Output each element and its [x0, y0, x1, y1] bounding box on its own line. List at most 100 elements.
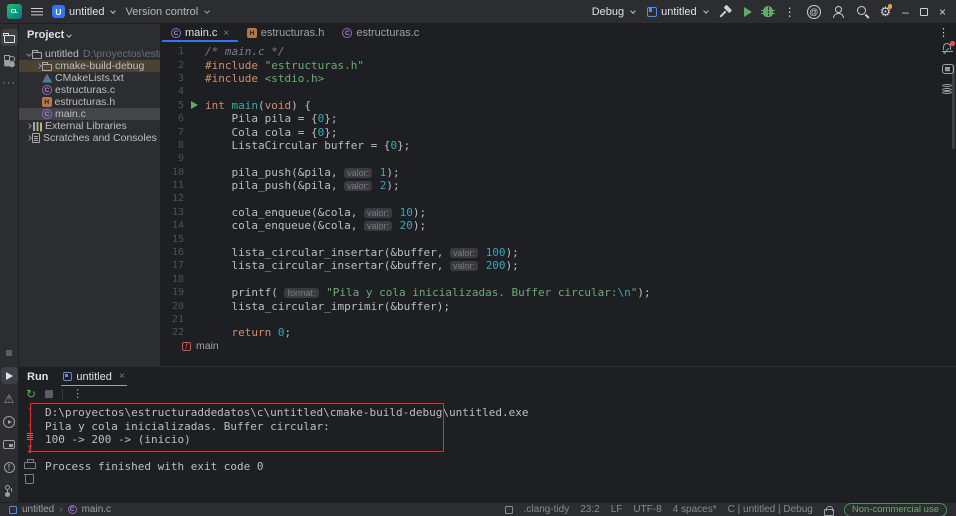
code-text: printf( format: "Pila y cola inicializad… [205, 286, 651, 299]
structure-icon [4, 55, 15, 66]
run-gutter-icon[interactable] [184, 101, 205, 109]
token: lista_circular_insertar(&buffer, [205, 259, 450, 272]
tree-item-untitled[interactable]: untitledD:\proyectos\estructuradded [19, 48, 160, 60]
chevron-right-icon[interactable] [23, 136, 32, 141]
debug-button-icon[interactable] [763, 6, 773, 17]
tree-item-cmake-build-debug[interactable]: cmake-build-debug [19, 60, 160, 72]
token: int [205, 99, 225, 112]
token: ); [386, 166, 399, 179]
run-toolwindow-icon [6, 372, 13, 380]
more-toolwindows-button[interactable]: ··· [1, 75, 18, 92]
license-badge[interactable]: Non-commercial use [844, 503, 947, 516]
tree-item-main-c[interactable]: Cmain.c [19, 108, 160, 120]
rerun-icon[interactable]: ↻ [26, 388, 36, 400]
status-run-context[interactable]: C | untitled | Debug [728, 504, 813, 515]
status-linter[interactable]: .clang-tidy [524, 504, 570, 515]
database-icon[interactable] [942, 84, 953, 95]
chevron-down-icon [703, 8, 709, 14]
project-widget[interactable]: U untitled [52, 5, 116, 18]
structure-button[interactable] [1, 52, 18, 69]
run-config-select[interactable]: untitled [647, 6, 708, 18]
chevron-right-icon[interactable] [23, 124, 32, 129]
git-branch-button[interactable] [1, 482, 18, 499]
status-caret-position[interactable]: 23:2 [580, 504, 599, 515]
close-icon[interactable]: × [223, 28, 229, 39]
status-project[interactable]: untitled [22, 504, 54, 515]
tree-item-label: estructuras.h [55, 96, 116, 108]
more-vertical-icon[interactable]: ⋮ [72, 389, 83, 400]
notifications-bell-icon[interactable] [942, 42, 954, 54]
problems-warning-button[interactable]: ⚠ [1, 390, 18, 407]
editor-tab-main-c[interactable]: Cmain.c× [162, 24, 238, 42]
status-indent[interactable]: 4 spaces* [673, 504, 717, 515]
run-button-icon[interactable] [744, 7, 752, 17]
token: }; [324, 126, 337, 139]
project-panel-header[interactable]: Project [19, 24, 160, 46]
project-tool-window: Project untitledD:\proyectos\estructurad… [19, 24, 161, 366]
line-number: 11 [162, 180, 184, 191]
search-everywhere-icon[interactable] [856, 5, 869, 18]
build-output-button[interactable]: ≡ [1, 344, 18, 361]
scroll-up-icon[interactable]: ↑ [24, 405, 36, 416]
problems-circle-button[interactable]: ! [1, 459, 18, 476]
services-button[interactable] [1, 413, 18, 430]
soft-wrap-icon[interactable]: ≣ [24, 432, 36, 443]
more-vertical-icon[interactable]: ⋮ [784, 6, 796, 18]
status-line-ending[interactable]: LF [611, 504, 623, 515]
main-menu-icon[interactable] [31, 7, 43, 16]
tree-item-scratches-and-consoles[interactable]: Scratches and Consoles [19, 132, 160, 144]
token: ( [258, 99, 265, 112]
tree-item-estructuras-c[interactable]: Cestructuras.c [19, 84, 160, 96]
code-with-me-icon[interactable] [832, 6, 845, 18]
token: #include [205, 72, 258, 85]
editor-tab-estructuras-h[interactable]: Hestructuras.h [238, 24, 333, 42]
code-editor[interactable]: 1/* main.c */2#include "estructuras.h"3#… [162, 42, 956, 339]
chevron-down-icon[interactable] [23, 52, 32, 57]
status-file[interactable]: main.c [82, 504, 111, 515]
ai-assistant-icon[interactable]: @ [807, 5, 821, 19]
lock-icon[interactable] [824, 505, 833, 516]
project-folder-button[interactable] [1, 29, 18, 46]
status-encoding[interactable]: UTF-8 [633, 504, 661, 515]
lib-file-icon [32, 121, 42, 131]
scroll-down-icon[interactable]: ↓ [24, 419, 36, 430]
terminal-button[interactable] [1, 436, 18, 453]
token: ); [506, 246, 519, 259]
tree-item-external-libraries[interactable]: External Libraries [19, 120, 160, 132]
editor-area: Cmain.c×Hestructuras.hCestructuras.c ⋮ ✓… [162, 24, 956, 353]
tree-item-estructuras-h[interactable]: Hestructuras.h [19, 96, 160, 108]
vcs-widget[interactable]: Version control [125, 6, 210, 18]
token [258, 72, 265, 85]
tree-item-cmakelists-txt[interactable]: CMakeLists.txt [19, 72, 160, 84]
window-close-button[interactable]: × [939, 6, 946, 18]
console-line: 100 -> 200 -> (inicio) [45, 433, 528, 447]
settings-gear-icon[interactable]: ⚙ [880, 5, 892, 18]
breadcrumb-item[interactable]: main [196, 340, 219, 352]
window-maximize-button[interactable] [920, 8, 928, 16]
run-tab-untitled[interactable]: untitled × [61, 367, 126, 386]
code-line-7: 7 Cola cola = {0}; [162, 125, 956, 138]
c-file-icon: C [342, 28, 352, 38]
token: Pila pila = { [205, 112, 318, 125]
run-toolwindow-button[interactable] [1, 367, 18, 384]
ai-chat-icon[interactable] [942, 64, 954, 74]
run-console-output[interactable]: D:\proyectos\estructuraddedatos\c\untitl… [41, 402, 528, 484]
clear-trash-icon[interactable] [24, 473, 36, 484]
stop-icon[interactable] [45, 390, 53, 398]
token: Cola cola = { [205, 126, 318, 139]
debug-config-select[interactable]: Debug [592, 6, 636, 18]
scratch-file-icon [32, 133, 40, 143]
window-minimize-button[interactable]: – [902, 6, 909, 18]
build-hammer-icon[interactable] [720, 6, 733, 18]
console-line: Pila y cola inicializadas. Buffer circul… [45, 420, 528, 434]
close-icon[interactable]: × [119, 371, 125, 382]
print-icon[interactable] [24, 459, 36, 470]
tree-item-label: Scratches and Consoles [43, 132, 157, 144]
code-text: cola_enqueue(&cola, valor: 20); [205, 219, 426, 232]
code-line-1: 1/* main.c */ [162, 45, 956, 58]
chevron-right-icon[interactable] [33, 64, 42, 69]
right-tool-stripe [939, 24, 956, 144]
scroll-to-end-icon[interactable]: ↧ [24, 446, 36, 457]
editor-tab-estructuras-c[interactable]: Cestructuras.c [333, 24, 428, 42]
tree-item-label: CMakeLists.txt [55, 72, 124, 84]
